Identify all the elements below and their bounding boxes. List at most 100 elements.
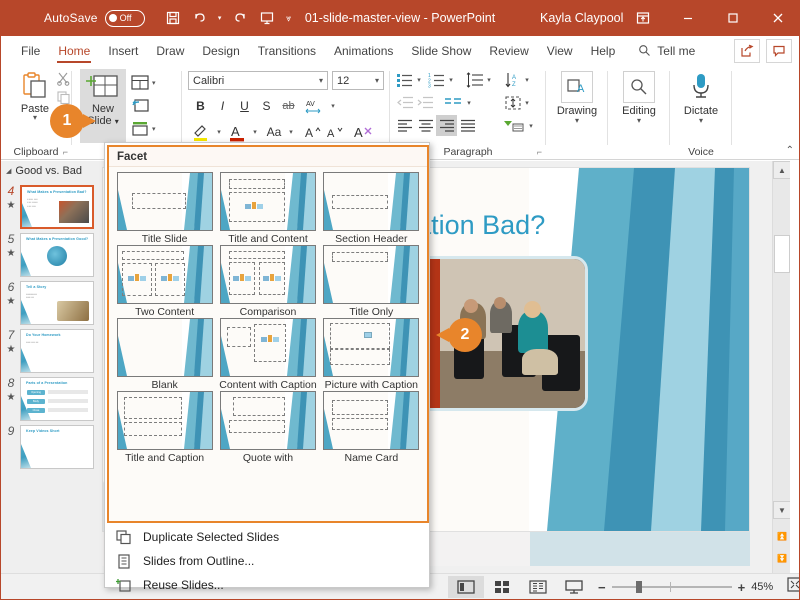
zoom-out-button[interactable]: −	[598, 580, 606, 595]
change-case-dropdown-icon[interactable]: ▾	[286, 121, 296, 142]
fit-slide-to-window-icon[interactable]	[787, 577, 800, 597]
tab-file[interactable]: File	[12, 36, 49, 65]
decrease-font-size-button[interactable]: A	[324, 121, 345, 142]
dictate-dropdown-icon[interactable]: ▾	[699, 117, 703, 125]
columns-dropdown-icon[interactable]: ▾	[464, 92, 474, 113]
layout-button[interactable]: ▾	[130, 71, 170, 94]
section-header[interactable]: ◢ Good vs. Bad	[0, 161, 100, 181]
thumbnail-4[interactable]: What Makes a Presentation Bad? ▪ ▪▪▪▪▪ ▪…	[20, 185, 94, 229]
convert-smartart-button[interactable]	[502, 115, 526, 136]
underline-button[interactable]: U	[234, 95, 255, 116]
tab-review[interactable]: Review	[480, 36, 537, 65]
align-center-button[interactable]	[415, 115, 436, 136]
font-family-dropdown-icon[interactable]: ▾	[319, 76, 323, 85]
slide-show-button[interactable]	[556, 576, 592, 598]
columns-button[interactable]	[442, 92, 463, 113]
paragraph-dialog-launcher[interactable]: ⌐	[537, 147, 542, 157]
drawing-button[interactable]: A Drawing ▾	[552, 71, 602, 125]
font-color-dropdown-icon[interactable]: ▾	[250, 121, 260, 142]
save-icon[interactable]	[159, 4, 187, 32]
line-spacing-dropdown-icon[interactable]: ▾	[484, 69, 494, 90]
align-right-button[interactable]	[436, 115, 457, 136]
justify-button[interactable]	[457, 115, 478, 136]
editing-button[interactable]: Editing ▾	[614, 71, 664, 125]
increase-indent-button[interactable]	[414, 92, 435, 113]
thumbnail-7[interactable]: Do Your Homework ▪▪▪▪▪ ▪▪▪▪ ▪▪▪	[20, 329, 94, 373]
change-case-button[interactable]: Aa	[262, 121, 286, 142]
layout-option-comparison[interactable]: Comparison	[216, 245, 319, 318]
strikethrough-button[interactable]: ab	[278, 95, 299, 116]
smartart-dropdown-icon[interactable]: ▾	[526, 115, 536, 136]
bold-button[interactable]: B	[190, 95, 211, 116]
layout-option-title-slide[interactable]: Title Slide	[113, 172, 216, 245]
editing-dropdown-icon[interactable]: ▾	[637, 117, 641, 125]
redo-icon[interactable]	[225, 4, 253, 32]
align-left-button[interactable]	[394, 115, 415, 136]
scrollbar-thumb[interactable]	[774, 235, 790, 273]
new-slide-button[interactable]: New Slide ▾	[80, 69, 126, 143]
cut-icon[interactable]	[56, 71, 71, 91]
text-highlight-button[interactable]	[190, 121, 214, 142]
layout-option-title-and-content[interactable]: Title and Content	[216, 172, 319, 245]
align-text-button[interactable]	[502, 92, 523, 113]
line-spacing-button[interactable]	[464, 69, 485, 90]
start-presentation-icon[interactable]	[253, 4, 281, 32]
character-spacing-dropdown-icon[interactable]: ▾	[328, 95, 338, 116]
slide-thumbnail-panel[interactable]: ◢ Good vs. Bad 4 ★ What Makes a Presenta…	[0, 161, 100, 573]
reading-view-button[interactable]	[520, 576, 556, 598]
tab-design[interactable]: Design	[193, 36, 248, 65]
section-button[interactable]: ▾	[130, 117, 170, 140]
section-collapse-icon[interactable]: ◢	[6, 167, 11, 175]
tab-slide-show[interactable]: Slide Show	[402, 36, 480, 65]
increase-font-size-button[interactable]: A	[302, 121, 323, 142]
minimize-icon[interactable]	[665, 0, 710, 36]
clear-formatting-button[interactable]: A	[350, 121, 376, 142]
autosave-toggle[interactable]: Off	[104, 9, 145, 27]
maximize-icon[interactable]	[710, 0, 755, 36]
layout-option-title-only[interactable]: Title Only	[320, 245, 423, 318]
thumbnail-item-6[interactable]: 6 ★ Tell a Story ▪▪▪▪▪▪▪▪▪▪▪▪ ▪▪▪▪▪ ▪▪▪	[0, 277, 100, 325]
zoom-in-button[interactable]: +	[738, 580, 746, 595]
tab-draw[interactable]: Draw	[147, 36, 193, 65]
customize-quick-access-icon[interactable]: ⩔	[281, 4, 297, 32]
section-dropdown-icon[interactable]: ▾	[152, 125, 156, 133]
layout-option-picture-with-caption[interactable]: Picture with Caption	[320, 318, 423, 391]
collapse-ribbon-icon[interactable]: ⌃	[786, 145, 794, 156]
zoom-slider[interactable]	[611, 581, 732, 593]
layout-option-section-header[interactable]: Section Header	[320, 172, 423, 245]
sort-dropdown-icon[interactable]: ▾	[522, 69, 532, 90]
layout-option-title-and-caption[interactable]: Title and Caption	[113, 391, 216, 464]
thumbnail-item-8[interactable]: 8 ★ Parts of a Presentation Opening Body…	[0, 373, 100, 421]
font-color-button[interactable]: A	[226, 121, 250, 142]
bullets-button[interactable]	[394, 69, 415, 90]
share-icon[interactable]	[734, 38, 760, 63]
next-slide-icon[interactable]: ⏬	[773, 549, 791, 567]
align-text-dropdown-icon[interactable]: ▾	[522, 92, 532, 113]
thumbnail-9[interactable]: Keep Videos Short	[20, 425, 94, 469]
ribbon-display-options-icon[interactable]	[620, 0, 665, 36]
menu-item-reuse-slides[interactable]: Reuse Slides...	[107, 573, 429, 597]
previous-slide-icon[interactable]: ⏫	[773, 527, 791, 545]
layout-option-content-with-caption[interactable]: Content with Caption	[216, 318, 319, 391]
tab-insert[interactable]: Insert	[99, 36, 147, 65]
close-icon[interactable]	[755, 0, 800, 36]
numbering-dropdown-icon[interactable]: ▾	[446, 69, 456, 90]
undo-dropdown-icon[interactable]: ▾	[215, 4, 225, 32]
menu-item-duplicate-selected-slides[interactable]: Duplicate Selected Slides	[107, 525, 429, 549]
audience-photo[interactable]	[403, 256, 588, 411]
layout-option-blank[interactable]: Blank	[113, 318, 216, 391]
numbering-button[interactable]: 123	[426, 69, 447, 90]
thumbnail-5[interactable]: What Makes a Presentation Good?	[20, 233, 94, 277]
tab-home[interactable]: Home	[49, 36, 99, 65]
font-size-dropdown-icon[interactable]: ▾	[375, 76, 379, 85]
layout-option-two-content[interactable]: Two Content	[113, 245, 216, 318]
zoom-level[interactable]: 45%	[751, 581, 773, 593]
normal-view-button[interactable]	[448, 576, 484, 598]
scroll-down-icon[interactable]: ▼	[773, 501, 791, 519]
drawing-dropdown-icon[interactable]: ▾	[575, 117, 579, 125]
text-shadow-button[interactable]: S	[256, 95, 277, 116]
tab-animations[interactable]: Animations	[325, 36, 402, 65]
bullets-dropdown-icon[interactable]: ▾	[414, 69, 424, 90]
thumbnail-8[interactable]: Parts of a Presentation Opening Body Clo…	[20, 377, 94, 421]
vertical-scrollbar[interactable]: ▲ ▼ ⏫ ⏬	[772, 161, 791, 573]
